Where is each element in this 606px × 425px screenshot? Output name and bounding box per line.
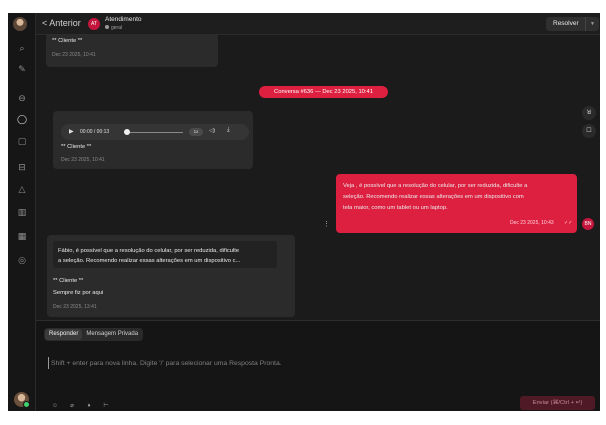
message-options-icon[interactable]: ⋮ [323, 220, 330, 228]
read-check-icon: ✓✓ [564, 220, 573, 226]
capture-icon[interactable]: ⊟ [16, 162, 28, 174]
play-icon[interactable]: ▶ [69, 128, 74, 135]
agent-avatar: BN [582, 218, 594, 230]
avatar[interactable] [14, 392, 30, 408]
message-time: Dec 23 2025, 10:43 [510, 220, 554, 226]
tab-reply[interactable]: Responder [45, 329, 83, 340]
audio-progress-handle[interactable] [124, 129, 130, 135]
reply-mode-tabs: Responder Mensagem Privada [44, 328, 144, 341]
download-icon[interactable]: ⤓ [227, 127, 230, 134]
quoted-text-line: a seleção. Recomendo realizar essas alte… [58, 258, 241, 264]
contact-avatar: AT [88, 18, 100, 30]
contact-inbox-label: geral [111, 25, 123, 31]
message-bubble-incoming: Fábio, é possível que a resolução do cel… [47, 235, 295, 317]
message-bubble-incoming: ** Cliente ** Dec 23 2025, 10:41 [46, 35, 218, 67]
message-time: Dec 23 2025, 10:41 [52, 52, 96, 58]
signature-icon[interactable]: ⊢ [101, 401, 111, 411]
compose-icon[interactable]: ✎ [16, 64, 28, 76]
volume-icon[interactable]: ◁) [209, 128, 215, 134]
quoted-text-line: Fábio, é possível que a resolução do cel… [58, 248, 240, 254]
sidebar: ⌕ ✎ ⊖ ◯ ▢ ⊟ △ ▥ ▦ ◎ [8, 13, 36, 411]
logo-icon[interactable] [13, 17, 27, 31]
audio-player: ▶ 00:00 / 00:13 1x ◁) ⤓ [61, 124, 249, 140]
message-input[interactable] [48, 357, 548, 369]
emoji-icon[interactable]: ☺ [50, 401, 60, 411]
playback-speed-button[interactable]: 1x [189, 128, 203, 136]
conversations-icon[interactable]: ◯ [16, 114, 28, 126]
audio-time: 00:00 / 00:13 [80, 129, 110, 135]
message-text-line: Veja , é possível que a resolução do cel… [343, 183, 528, 189]
message-text: ** Cliente ** [52, 38, 83, 44]
chat-bot-icon[interactable]: ☐ [582, 124, 596, 138]
message-time: Dec 23 2025, 10:41 [61, 157, 105, 163]
settings-icon[interactable]: ◎ [16, 255, 28, 267]
contact-info-icon[interactable]: ꓤ [582, 106, 596, 120]
message-bubble-outgoing: Veja , é possível que a resolução do cel… [336, 174, 577, 233]
inbox-dot-icon [105, 25, 109, 29]
back-button[interactable]: < Anterior [42, 18, 81, 28]
microphone-icon[interactable]: ♦ [84, 401, 94, 411]
resolve-button[interactable]: Resolver ▼ [546, 17, 599, 31]
inbox-icon[interactable]: ⊖ [16, 93, 28, 105]
message-time: Dec 23 2025, 13:41 [53, 304, 97, 310]
message-text: ** Cliente ** [61, 144, 92, 150]
attachment-icon[interactable]: ⌀ [67, 401, 77, 411]
contact-name: Atendimento [105, 16, 142, 23]
resolve-label: Resolver [553, 20, 579, 27]
campaigns-icon[interactable]: △ [16, 184, 28, 196]
contact-inbox: geral [105, 25, 122, 31]
quoted-message[interactable]: Fábio, é possível que a resolução do cel… [53, 241, 277, 268]
chevron-down-icon[interactable]: ▼ [585, 17, 595, 31]
message-text-line: seleção. Recomendo realizar essas altera… [343, 194, 524, 200]
conversation-divider: Conversa #636 — Dec 23 2025, 10:41 [259, 86, 388, 98]
message-bubble-audio: ▶ 00:00 / 00:13 1x ◁) ⤓ ** Cliente ** De… [53, 111, 253, 169]
message-text: Sempre fiz por aqui [53, 290, 104, 296]
message-text-line: tela maior, como um tablet ou um laptop. [343, 205, 448, 211]
audio-progress-track[interactable] [127, 131, 183, 133]
app-window: ⌕ ✎ ⊖ ◯ ▢ ⊟ △ ▥ ▦ ◎ < Anterior AT Atendi… [8, 13, 600, 411]
reports-icon[interactable]: ▦ [16, 231, 28, 243]
search-icon[interactable]: ⌕ [16, 43, 28, 55]
reply-box: ResponderMensagem Privada ⤢ ☺ ⌀ ♦ ⊢ Envi… [36, 320, 600, 411]
send-button[interactable]: Enviar (⌘/Ctrl + ↵) [520, 396, 595, 410]
message-text: ** Cliente ** [53, 278, 84, 284]
message-list: ** Cliente ** Dec 23 2025, 10:41 Convers… [36, 35, 600, 320]
contacts-icon[interactable]: ▢ [16, 136, 28, 148]
tab-private-note[interactable]: Mensagem Privada [82, 329, 142, 340]
library-icon[interactable]: ▥ [16, 207, 28, 219]
conversation-header: < Anterior AT Atendimento geral Resolver… [36, 13, 600, 35]
